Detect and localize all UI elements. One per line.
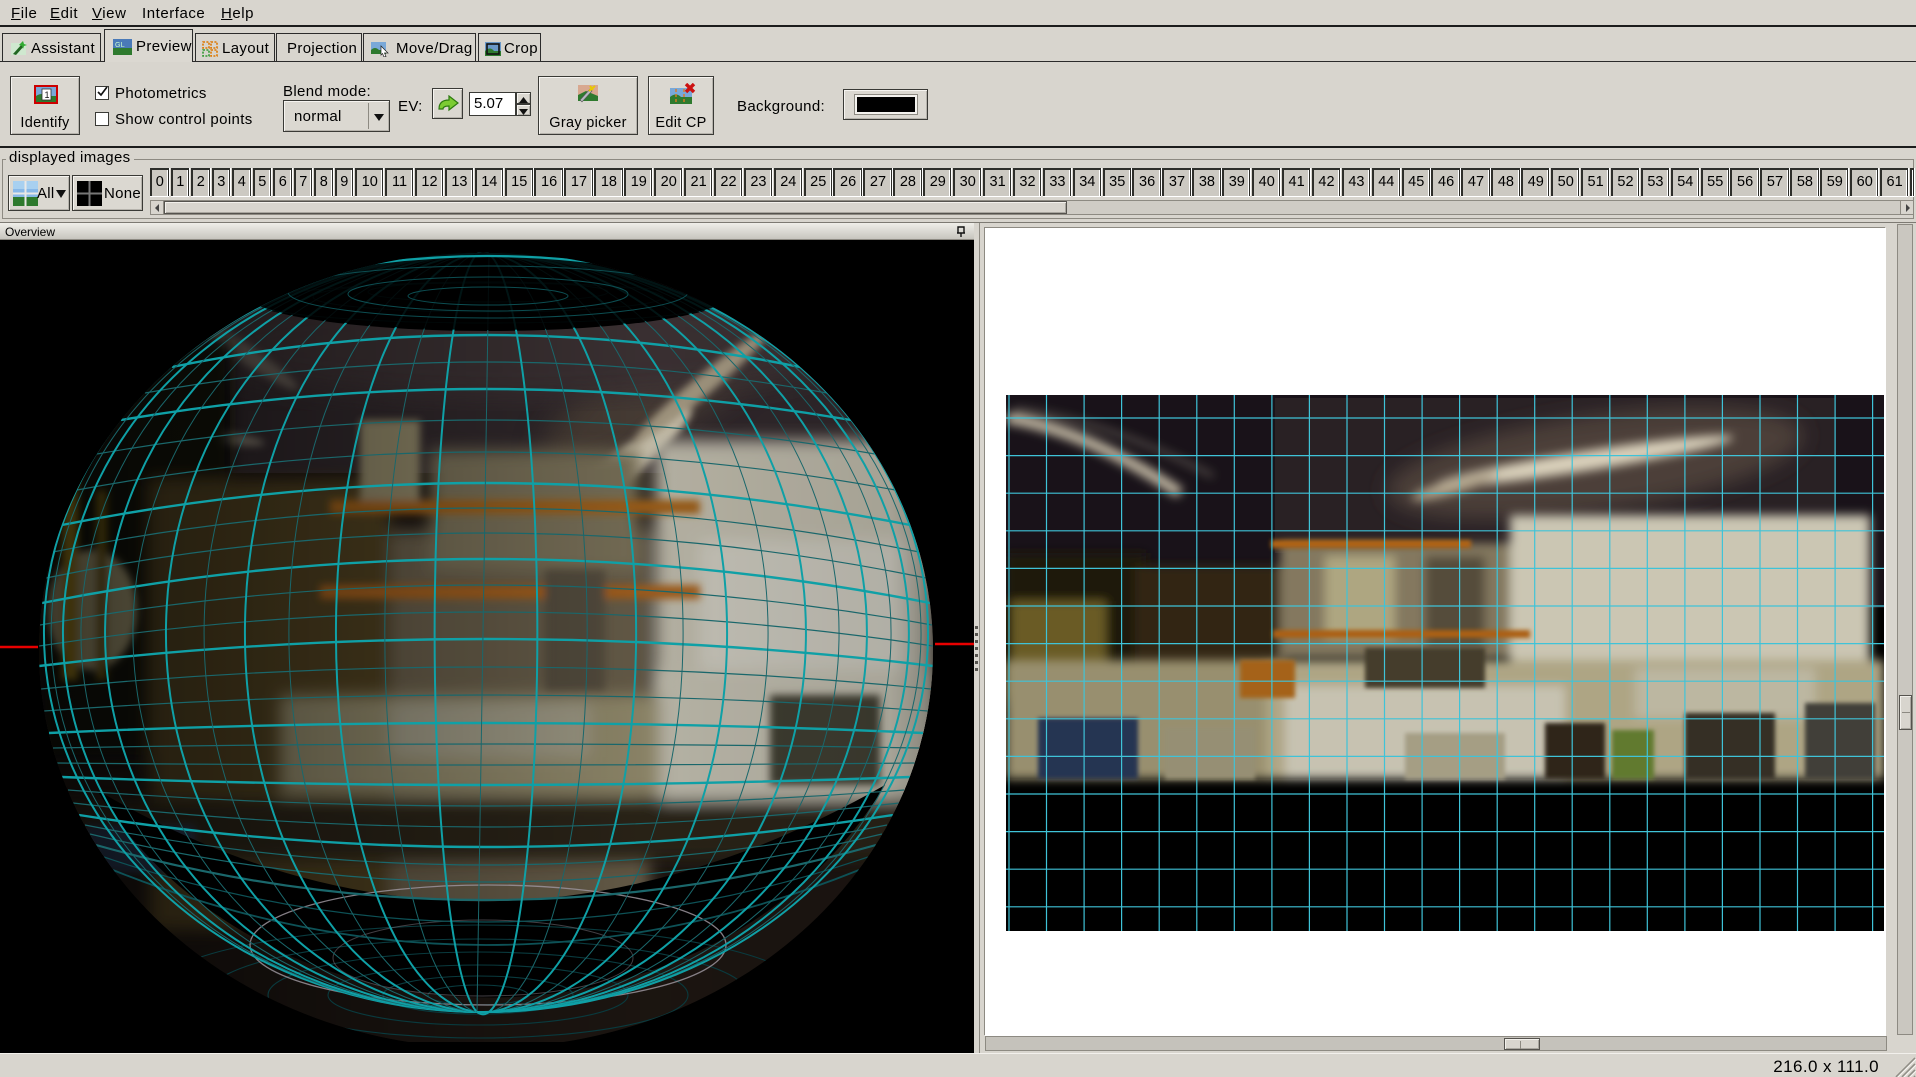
- svg-text:1: 1: [45, 90, 50, 100]
- svg-text:GL: GL: [115, 42, 125, 49]
